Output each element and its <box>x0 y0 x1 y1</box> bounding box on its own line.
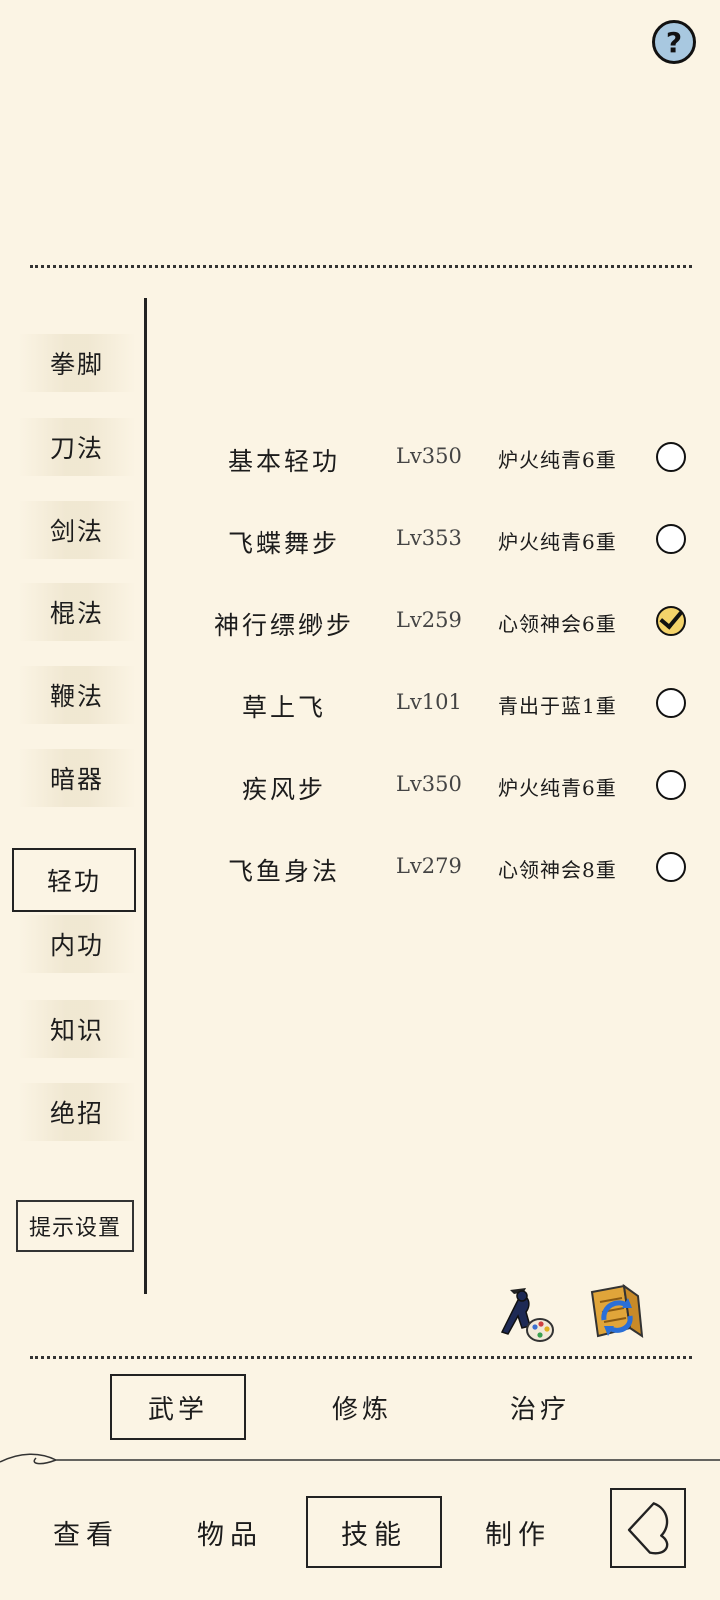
category-sword[interactable]: 剑法 <box>18 501 136 559</box>
skill-realm: 炉火纯青6重 <box>498 448 617 472</box>
skill-realm: 心领神会8重 <box>498 858 617 882</box>
skill-row[interactable]: 飞蝶舞步 Lv353 炉火纯青6重 <box>150 510 710 570</box>
subtab-label: 治疗 <box>509 1394 570 1425</box>
skill-select-radio[interactable] <box>656 442 686 472</box>
skill-select-radio-checked[interactable] <box>656 606 686 636</box>
nav-label: 查看 <box>53 1519 119 1551</box>
skill-level: Lv279 <box>396 854 462 878</box>
category-lightness[interactable]: 轻功 <box>12 848 136 912</box>
skill-select-radio[interactable] <box>656 524 686 554</box>
category-label: 刀法 <box>49 434 104 463</box>
book-swap-icon[interactable] <box>584 1280 648 1344</box>
skill-name: 飞蝶舞步 <box>227 529 340 558</box>
hint-settings-label: 提示设置 <box>28 1216 121 1241</box>
category-knowledge[interactable]: 知识 <box>18 1000 136 1058</box>
help-icon[interactable]: ? <box>652 20 696 64</box>
nav-label: 技能 <box>341 1519 407 1551</box>
subtab-label: 武学 <box>147 1394 208 1425</box>
skill-realm: 炉火纯青6重 <box>498 530 617 554</box>
skill-realm: 心领神会6重 <box>498 612 617 636</box>
category-ultimate[interactable]: 绝招 <box>18 1083 136 1141</box>
category-inner-power[interactable]: 内功 <box>18 915 136 973</box>
skill-row[interactable]: 疾风步 Lv350 炉火纯青6重 <box>150 756 710 816</box>
skill-name: 飞鱼身法 <box>227 857 340 886</box>
back-arrow-icon <box>627 1502 669 1555</box>
category-label: 绝招 <box>49 1099 104 1128</box>
skill-level: Lv350 <box>396 772 462 796</box>
category-label: 剑法 <box>49 517 104 546</box>
category-label: 棍法 <box>49 599 104 628</box>
nav-skills[interactable]: 技能 <box>306 1496 442 1568</box>
help-label: ? <box>665 25 683 59</box>
skill-level: Lv101 <box>396 690 462 714</box>
nav-crafting[interactable]: 制作 <box>450 1496 586 1568</box>
subtab-training[interactable]: 修炼 <box>294 1374 430 1440</box>
skill-level: Lv259 <box>396 608 462 632</box>
skill-row[interactable]: 神行缥缈步 Lv259 心领神会6重 <box>150 592 710 652</box>
skill-name: 疾风步 <box>241 775 326 804</box>
subtab-label: 修炼 <box>331 1394 392 1425</box>
martial-artist-palette-icon[interactable] <box>496 1282 560 1346</box>
category-staff[interactable]: 棍法 <box>18 583 136 641</box>
skill-realm: 青出于蓝1重 <box>498 694 617 718</box>
nav-view[interactable]: 查看 <box>18 1496 154 1568</box>
skill-row[interactable]: 基本轻功 Lv350 炉火纯青6重 <box>150 428 710 488</box>
skill-realm: 炉火纯青6重 <box>498 776 617 800</box>
skill-name: 基本轻功 <box>227 447 340 476</box>
category-hidden-weapon[interactable]: 暗器 <box>18 749 136 807</box>
category-label: 内功 <box>49 931 104 960</box>
nav-label: 物品 <box>197 1519 263 1551</box>
nav-items[interactable]: 物品 <box>162 1496 298 1568</box>
category-blade[interactable]: 刀法 <box>18 418 136 476</box>
category-label: 暗器 <box>49 765 104 794</box>
subtab-healing[interactable]: 治疗 <box>472 1374 608 1440</box>
skill-level: Lv353 <box>396 526 462 550</box>
skill-row[interactable]: 草上飞 Lv101 青出于蓝1重 <box>150 674 710 734</box>
subtab-martial-arts[interactable]: 武学 <box>110 1374 246 1440</box>
category-label: 知识 <box>49 1016 104 1045</box>
skill-select-radio[interactable] <box>656 688 686 718</box>
skill-row[interactable]: 飞鱼身法 Lv279 心领神会8重 <box>150 838 710 898</box>
category-fist[interactable]: 拳脚 <box>18 334 136 392</box>
sidebar-divider <box>144 298 147 1294</box>
category-label: 轻功 <box>46 867 101 896</box>
nav-label: 制作 <box>485 1519 551 1551</box>
top-divider <box>30 265 692 268</box>
skill-name: 草上飞 <box>241 693 326 722</box>
skill-name: 神行缥缈步 <box>213 611 354 640</box>
category-label: 鞭法 <box>49 682 104 711</box>
category-whip[interactable]: 鞭法 <box>18 666 136 724</box>
skill-level: Lv350 <box>396 444 462 468</box>
skill-select-radio[interactable] <box>656 770 686 800</box>
category-label: 拳脚 <box>49 350 104 379</box>
bottom-divider <box>30 1356 692 1359</box>
hint-settings-button[interactable]: 提示设置 <box>16 1200 134 1252</box>
back-button[interactable] <box>610 1488 686 1568</box>
skill-select-radio[interactable] <box>656 852 686 882</box>
